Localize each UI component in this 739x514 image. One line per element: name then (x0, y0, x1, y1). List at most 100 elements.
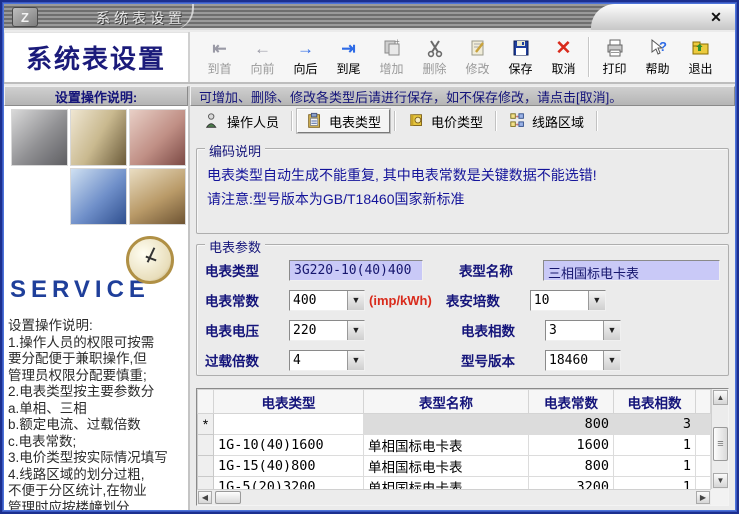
phases-cell: 1 (613, 455, 696, 477)
scroll-up-icon[interactable]: ▲ (713, 390, 728, 405)
save-icon (511, 37, 531, 59)
meter-type-label: 电表类型 (205, 264, 259, 279)
meter-constant-cell: 3200 (528, 476, 614, 489)
filler-cell (695, 413, 711, 435)
table-row[interactable]: * 800 3 (197, 413, 711, 435)
meter-type-cell: 1G-10(40)1600 (213, 434, 364, 456)
row-selector-cell (197, 455, 214, 477)
toolbar-button-label: 帮助 (645, 62, 670, 76)
instruction-line: 管理时应按楼幢划分. (8, 499, 134, 511)
svg-text:+: + (516, 122, 519, 128)
encoding-groupbox: 编码说明 电表类型自动生成不能重复, 其中电表常数是关键数据不能选错! 请注意:… (196, 141, 729, 234)
overload-combobox[interactable]: 4 ▼ (289, 349, 365, 371)
overload-value: 4 (293, 352, 301, 368)
table-row[interactable]: 1G-10(40)1600 单相国标电卡表 1600 1 (197, 434, 711, 456)
scroll-left-icon[interactable]: ◀ (198, 491, 212, 504)
instruction-line: 3.电价类型按实际情况填写 (8, 450, 168, 465)
column-header[interactable]: 电表类型 (213, 389, 364, 414)
tab-line-area[interactable]: + + 线路区域 (501, 109, 592, 133)
chevron-down-icon[interactable]: ▼ (603, 320, 620, 340)
photo-glasses (129, 168, 186, 225)
toolbar-button: + 增加 (370, 34, 413, 80)
phases-combobox[interactable]: 3 ▼ (545, 319, 621, 341)
photo-keyboard (70, 168, 127, 225)
vscroll-thumb[interactable] (713, 427, 728, 461)
header-band: 系统表设置 ⇤ 到首 ← 向前 → 向后 ⇥ 到尾 + 增加 删除 修改 保存 ✕ 取消 打印? 帮助 退出 (4, 32, 735, 84)
toolbar-button[interactable]: ✕ 取消 (542, 34, 585, 80)
overload-label: 过载倍数 (205, 354, 259, 369)
tab-operator[interactable]: 操作人员 (196, 109, 287, 133)
exit-icon (691, 37, 711, 59)
chevron-down-icon[interactable]: ▼ (347, 320, 364, 340)
toolbar-button-label: 向后 (293, 62, 318, 76)
tab-separator (596, 111, 599, 131)
column-header[interactable]: 表型名称 (363, 389, 529, 414)
instruction-line: 4.线路区域的划分过粗, (8, 466, 145, 482)
toolbar-button[interactable]: 退出 (679, 34, 722, 80)
encoding-group-title: 编码说明 (205, 141, 266, 160)
type-name-label: 表型名称 (458, 264, 513, 279)
toolbar-button[interactable]: ? 帮助 (636, 34, 679, 80)
phases-cell: 3 (613, 413, 696, 435)
instruction-line: 要分配便于兼职操作,但 (8, 351, 147, 366)
instruction-line: b.额定电流、过载倍数 (8, 417, 141, 432)
scroll-down-icon[interactable]: ▼ (713, 473, 728, 488)
column-header[interactable]: 电表常数 (528, 389, 614, 414)
table-row[interactable]: 1G-15(40)800 单相国标电卡表 800 1 (197, 455, 711, 477)
toolbar-button-label: 保存 (508, 62, 533, 76)
toolbar-button-label: 到尾 (336, 62, 361, 76)
service-text: SERVICE (10, 276, 150, 303)
go-next-icon: → (297, 38, 314, 58)
model-version-value: 18460 (549, 352, 589, 368)
phases-cell: 1 (613, 434, 696, 456)
meter-params-groupbox: 电表参数 电表类型 3G220-10(40)400 表型名称 三相国标电卡表 电… (196, 237, 729, 376)
chevron-down-icon[interactable]: ▼ (347, 350, 364, 370)
table-row[interactable]: 1G-5(20)3200 单相国标电卡表 3200 1 (197, 476, 711, 489)
type-name-field[interactable]: 三相国标电卡表 (542, 259, 720, 282)
toolbar-button-label: 向前 (250, 62, 275, 76)
column-header[interactable]: 电表相数 (613, 389, 696, 414)
meter-type-cell: 1G-5(20)3200 (213, 476, 364, 489)
voltage-combobox[interactable]: 220 ▼ (289, 319, 365, 341)
tab-label: 电表类型 (329, 114, 382, 130)
vertical-scrollbar[interactable]: ▲ ▼ (711, 389, 728, 489)
toolbar-button[interactable]: ⇥ 到尾 (327, 34, 370, 80)
help-icon: ? (648, 37, 668, 59)
voltage-label: 电表电压 (205, 324, 259, 339)
filler-cell (695, 455, 711, 477)
tab-content: 编码说明 电表类型自动生成不能重复, 其中电表常数是关键数据不能选错! 请注意:… (190, 136, 735, 510)
phases-cell: 1 (613, 476, 696, 489)
instruction-line: c.电表常数; (8, 433, 77, 449)
model-version-combobox[interactable]: 18460 ▼ (545, 349, 621, 371)
toolbar-button: ⇤ 到首 (198, 34, 241, 80)
toolbar-button[interactable]: 打印 (593, 34, 636, 80)
hscroll-thumb[interactable] (215, 491, 241, 504)
horizontal-scrollbar[interactable]: ◀ ▶ (197, 489, 711, 505)
toolbar-button-label: 删除 (422, 62, 447, 76)
delete-icon (425, 37, 445, 59)
amperage-combobox[interactable]: 10 ▼ (529, 289, 606, 311)
save-button[interactable]: 保存 (499, 34, 542, 80)
photo-pen (70, 109, 127, 166)
toolbar-button-label: 打印 (602, 62, 627, 76)
instruction-line: 2.电表类型按主要参数分 (8, 384, 155, 399)
operation-instructions: 设置操作说明: 1.操作人员的权限可按需 要分配便于兼职操作,但 管理员权限分配要慎重… (4, 316, 188, 510)
tab-strip: 操作人员 电表类型 电价类型 + + 线路区域 (190, 106, 735, 136)
sidebar-content: SERVICE 设置操作说明: 1.操作人员的权限可按需 要分配便于兼职操作,但 管理… (4, 106, 188, 510)
toolbar-button-label: 增加 (379, 62, 404, 76)
toolbar-button[interactable]: → 向后 (284, 34, 327, 80)
meter-type-field[interactable]: 3G220-10(40)400 (289, 259, 423, 281)
toolbar-button-label: 退出 (688, 62, 713, 76)
tab-meter-type[interactable]: 电表类型 (297, 109, 391, 133)
scroll-right-icon[interactable]: ▶ (696, 491, 710, 504)
meter-constant-combobox[interactable]: 400 ▼ (289, 289, 365, 311)
chevron-down-icon[interactable]: ▼ (347, 290, 364, 310)
tab-price-type[interactable]: 电价类型 (400, 109, 491, 133)
toolbar-button-label: 修改 (465, 62, 490, 76)
titlebar[interactable]: Z 系统表设置 ✕ (4, 4, 735, 30)
close-button[interactable]: ✕ (707, 8, 725, 26)
chevron-down-icon[interactable]: ▼ (603, 350, 620, 370)
tab-separator (495, 111, 498, 131)
voltage-value: 220 (293, 322, 317, 338)
chevron-down-icon[interactable]: ▼ (587, 290, 605, 310)
